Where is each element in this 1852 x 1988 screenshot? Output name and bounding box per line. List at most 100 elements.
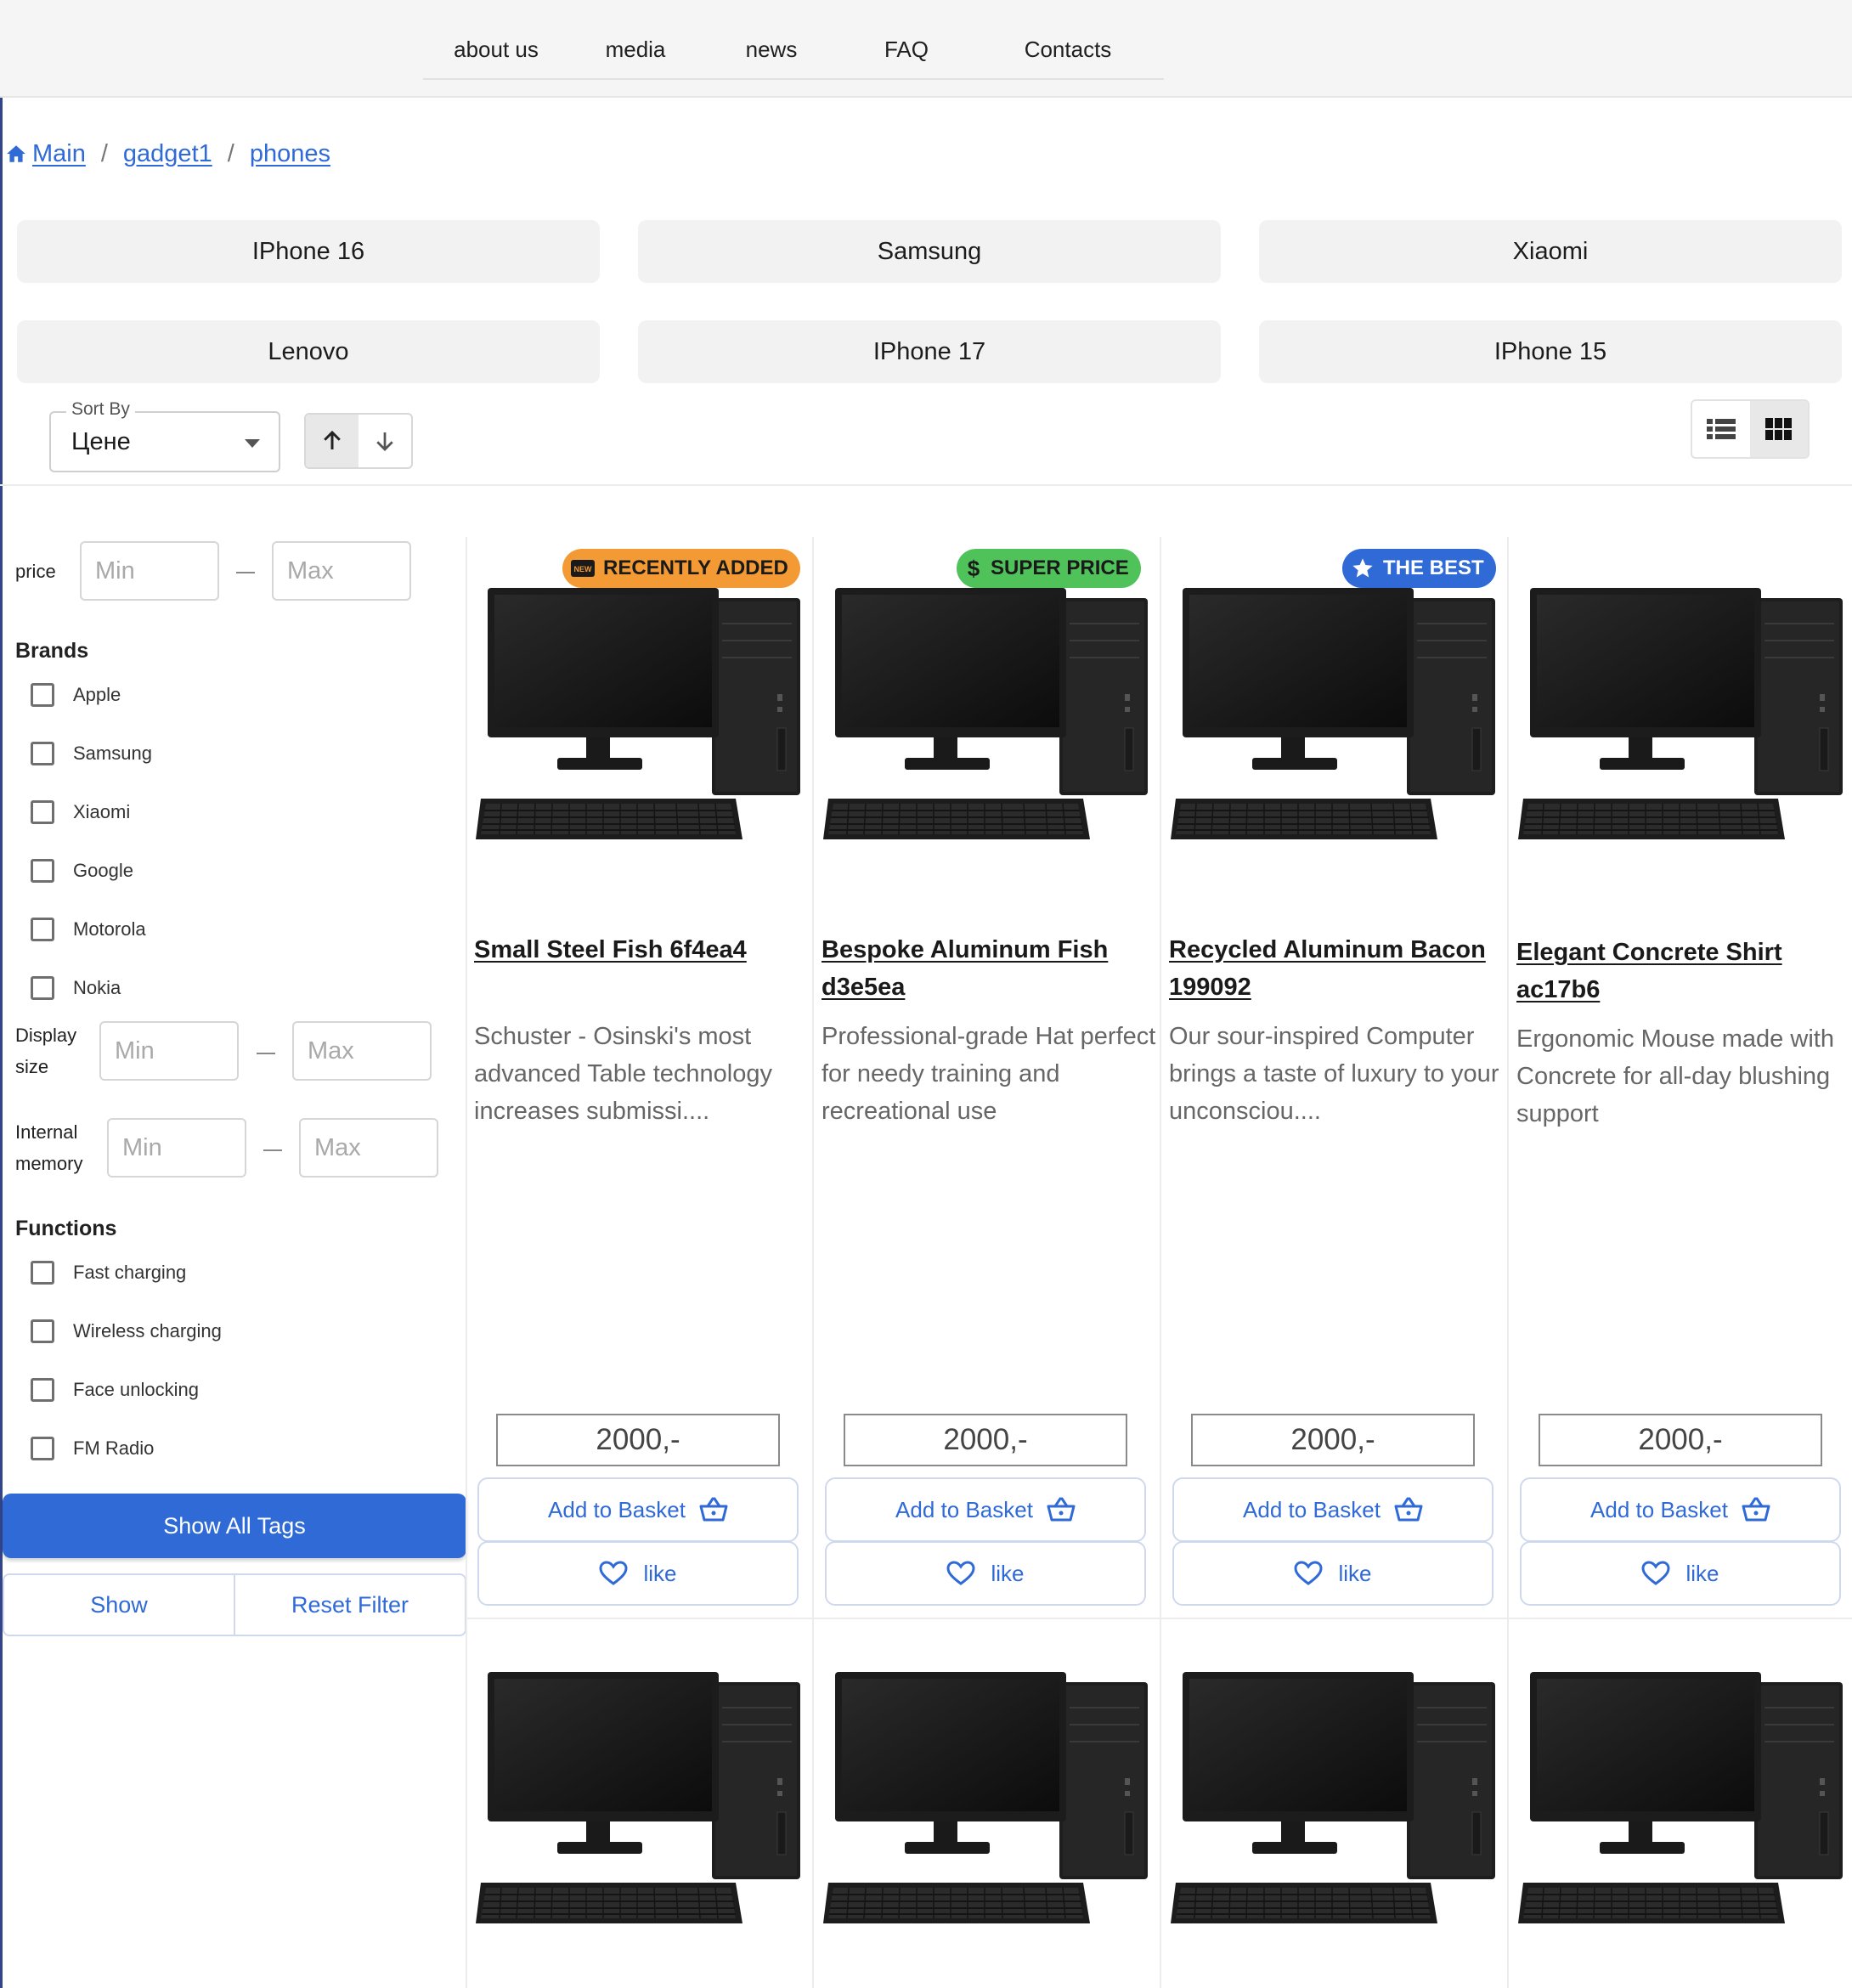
internal-memory-max-input[interactable]: Max bbox=[299, 1118, 438, 1178]
brand-label: Xiaomi bbox=[73, 801, 131, 822]
home-icon bbox=[7, 145, 25, 162]
product-description: Professional-grade Hat perfect for needy… bbox=[822, 1023, 1156, 1125]
nav-about-us[interactable]: about us bbox=[423, 19, 569, 80]
badge-label: SUPER PRICE bbox=[991, 556, 1129, 579]
grid-row-divider bbox=[466, 1618, 1852, 1619]
tag-iphone-15[interactable]: IPhone 15 bbox=[1259, 320, 1842, 383]
grid-divider bbox=[466, 537, 467, 1988]
product-title[interactable]: Bespoke Aluminum Fish d3e5ea bbox=[822, 931, 1161, 1006]
breadcrumb-gadget1[interactable]: gadget1 bbox=[123, 140, 212, 168]
breadcrumb-phones[interactable]: phones bbox=[250, 140, 330, 168]
filter-actions: Show Reset Filter bbox=[3, 1573, 466, 1636]
add-to-basket-label: Add to Basket bbox=[1243, 1496, 1381, 1522]
like-label: like bbox=[991, 1560, 1025, 1586]
checkbox[interactable] bbox=[31, 800, 54, 824]
checkbox[interactable] bbox=[31, 859, 54, 883]
brand-checkbox-xiaomi[interactable]: Xiaomi bbox=[31, 799, 130, 826]
checkbox[interactable] bbox=[31, 1319, 54, 1343]
tag-samsung[interactable]: Samsung bbox=[638, 220, 1221, 283]
add-to-basket-button[interactable]: Add to Basket bbox=[825, 1477, 1146, 1542]
tag-iphone-16[interactable]: IPhone 16 bbox=[17, 220, 600, 283]
product-image[interactable] bbox=[476, 588, 800, 843]
heart-icon bbox=[1294, 1561, 1323, 1585]
product-description: Ergonomic Mouse made with Concrete for a… bbox=[1516, 1025, 1834, 1127]
brand-checkbox-motorola[interactable]: Motorola bbox=[31, 916, 146, 943]
add-to-basket-button[interactable]: Add to Basket bbox=[1520, 1477, 1841, 1542]
add-to-basket-button[interactable]: Add to Basket bbox=[1172, 1477, 1493, 1542]
product-title[interactable]: Elegant Concrete Shirt ac17b6 bbox=[1516, 934, 1852, 1008]
svg-text:NEW: NEW bbox=[574, 565, 593, 573]
badge-label: RECENTLY ADDED bbox=[603, 556, 788, 579]
product-title[interactable]: Small Steel Fish 6f4ea4 bbox=[474, 931, 814, 969]
product-image[interactable] bbox=[476, 1672, 800, 1927]
display-size-max-input[interactable]: Max bbox=[292, 1021, 432, 1081]
badge-super-price: $ SUPER PRICE bbox=[957, 549, 1141, 588]
tag-xiaomi[interactable]: Xiaomi bbox=[1259, 220, 1842, 283]
function-checkbox-fast-charging[interactable]: Fast charging bbox=[31, 1259, 186, 1286]
breadcrumb-main[interactable]: Main bbox=[32, 140, 86, 168]
product-title[interactable]: Recycled Aluminum Bacon 199092 bbox=[1169, 931, 1509, 1006]
sort-descending-button[interactable] bbox=[359, 415, 411, 467]
functions-heading: Functions bbox=[15, 1217, 117, 1240]
new-icon: NEW bbox=[571, 560, 595, 577]
nav-media[interactable]: media bbox=[569, 19, 702, 80]
show-button[interactable]: Show bbox=[4, 1575, 234, 1635]
heart-icon bbox=[1641, 1561, 1670, 1585]
like-label: like bbox=[1685, 1560, 1719, 1586]
like-button[interactable]: like bbox=[477, 1541, 799, 1606]
checkbox[interactable] bbox=[31, 1261, 54, 1285]
like-button[interactable]: like bbox=[825, 1541, 1146, 1606]
nav-faq[interactable]: FAQ bbox=[841, 19, 972, 80]
basket-icon bbox=[699, 1497, 728, 1522]
product-image[interactable] bbox=[823, 588, 1148, 843]
function-checkbox-fm-radio[interactable]: FM Radio bbox=[31, 1435, 154, 1462]
brand-checkbox-nokia[interactable]: Nokia bbox=[31, 974, 121, 1002]
product-image[interactable] bbox=[823, 1672, 1148, 1927]
divider bbox=[0, 484, 1852, 486]
product-image[interactable] bbox=[1518, 1672, 1843, 1927]
display-size-min-input[interactable]: Min bbox=[99, 1021, 239, 1081]
brand-checkbox-samsung[interactable]: Samsung bbox=[31, 740, 152, 767]
product-price: 2000,- bbox=[496, 1414, 780, 1466]
checkbox[interactable] bbox=[31, 918, 54, 941]
basket-icon bbox=[1394, 1497, 1423, 1522]
basket-icon bbox=[1742, 1497, 1770, 1522]
checkbox[interactable] bbox=[31, 1378, 54, 1402]
brand-checkbox-apple[interactable]: Apple bbox=[31, 681, 121, 709]
product-price: 2000,- bbox=[1539, 1414, 1822, 1466]
product-description: Our sour-inspired Computer brings a tast… bbox=[1169, 1023, 1499, 1125]
function-checkbox-wireless-charging[interactable]: Wireless charging bbox=[31, 1318, 222, 1345]
product-image[interactable] bbox=[1171, 1672, 1495, 1927]
product-price: 2000,- bbox=[1191, 1414, 1475, 1466]
reset-filter-button[interactable]: Reset Filter bbox=[234, 1575, 465, 1635]
tag-lenovo[interactable]: Lenovo bbox=[17, 320, 600, 383]
grid-view-button[interactable] bbox=[1750, 401, 1808, 457]
brand-label: Motorola bbox=[73, 918, 146, 940]
sort-ascending-button[interactable] bbox=[306, 415, 359, 467]
badge-recently-added: NEW RECENTLY ADDED bbox=[562, 549, 800, 588]
price-min-input[interactable]: Min bbox=[80, 541, 219, 601]
internal-memory-label: Internal bbox=[15, 1121, 78, 1143]
checkbox[interactable] bbox=[31, 976, 54, 1000]
list-view-button[interactable] bbox=[1692, 401, 1750, 457]
nav-contacts[interactable]: Contacts bbox=[972, 19, 1164, 80]
like-button[interactable]: like bbox=[1172, 1541, 1493, 1606]
checkbox[interactable] bbox=[31, 742, 54, 765]
product-image[interactable] bbox=[1518, 588, 1843, 843]
tag-iphone-17[interactable]: IPhone 17 bbox=[638, 320, 1221, 383]
like-button[interactable]: like bbox=[1520, 1541, 1841, 1606]
sort-by-select[interactable]: Sort By Цене bbox=[49, 399, 280, 472]
nav-news[interactable]: news bbox=[702, 19, 841, 80]
product-price: 2000,- bbox=[844, 1414, 1127, 1466]
checkbox[interactable] bbox=[31, 683, 54, 707]
brand-checkbox-google[interactable]: Google bbox=[31, 857, 133, 884]
function-checkbox-face-unlocking[interactable]: Face unlocking bbox=[31, 1376, 199, 1403]
sort-by-value: Цене bbox=[71, 428, 131, 455]
checkbox[interactable] bbox=[31, 1437, 54, 1460]
grid-divider bbox=[1160, 537, 1161, 1988]
price-max-input[interactable]: Max bbox=[272, 541, 411, 601]
internal-memory-min-input[interactable]: Min bbox=[107, 1118, 246, 1178]
add-to-basket-button[interactable]: Add to Basket bbox=[477, 1477, 799, 1542]
product-image[interactable] bbox=[1171, 588, 1495, 843]
show-all-tags-button[interactable]: Show All Tags bbox=[3, 1494, 466, 1558]
